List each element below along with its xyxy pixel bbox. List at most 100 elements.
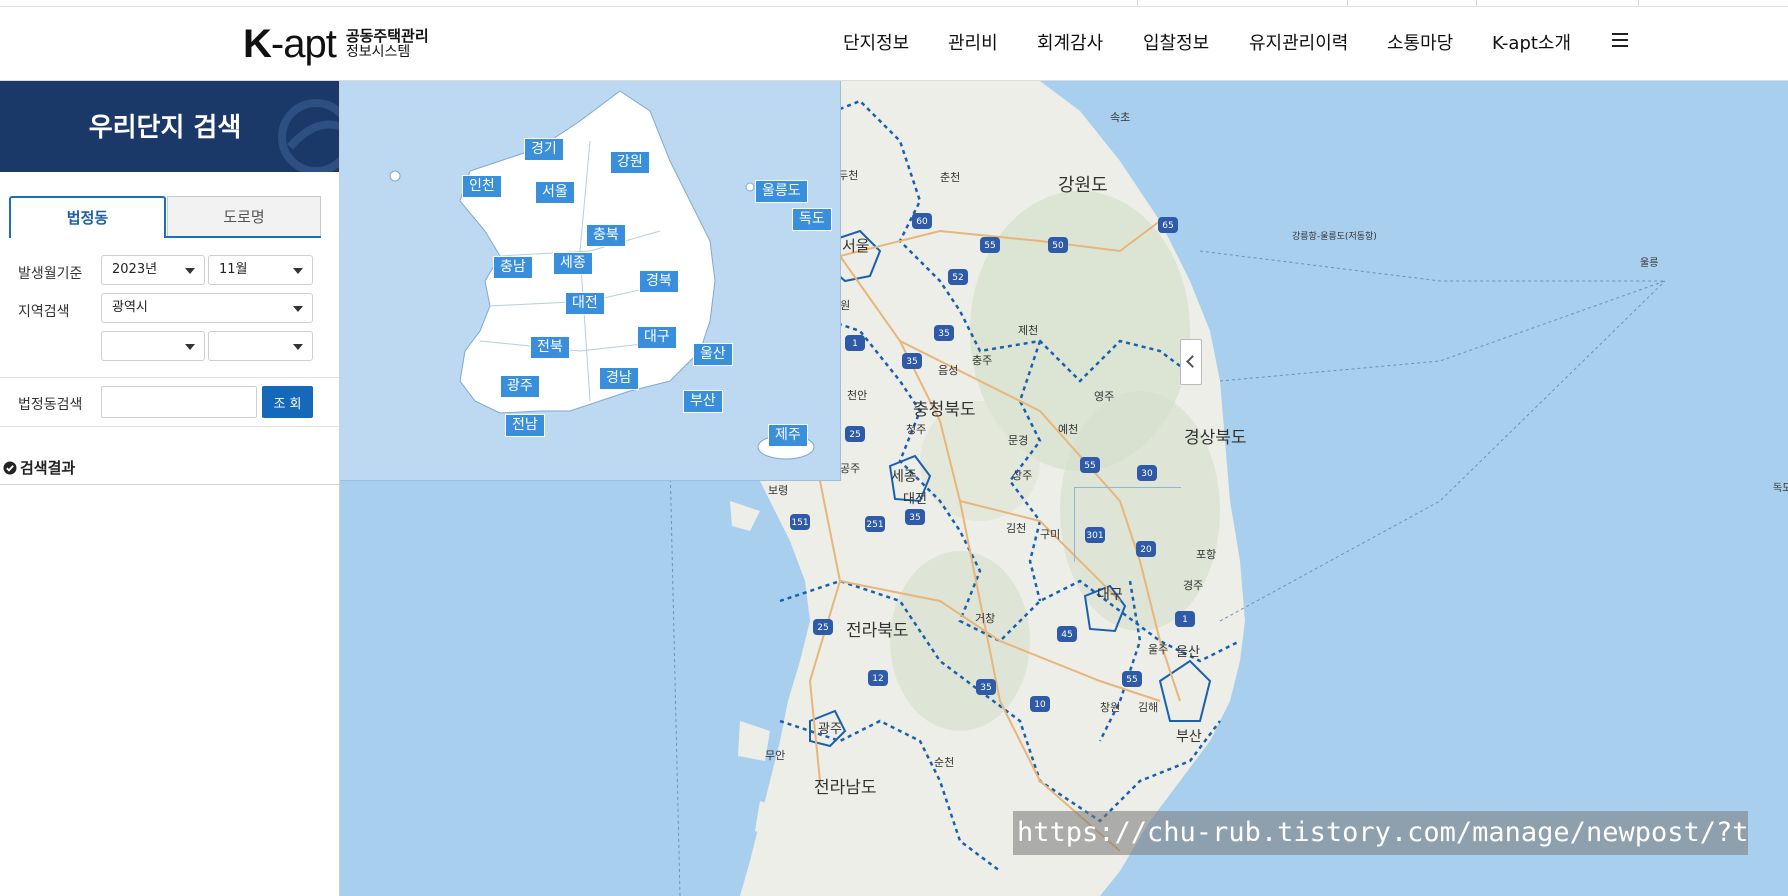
logo-line-2: 정보시스템 [345, 44, 411, 60]
region-button-daegu[interactable]: 대구 [637, 326, 677, 349]
logo-text: 공동주택관리 정보시스템 [346, 28, 429, 60]
nav-maintenance-history[interactable]: 유지관리이력 [1249, 29, 1348, 55]
divider [0, 377, 339, 378]
city-label-boryeong: 보령 [768, 484, 788, 497]
sidebar-header: 우리단지 검색 [0, 81, 339, 172]
province-label-jeonbuk: 전라북도 [846, 621, 909, 641]
utility-separator [1476, 0, 1477, 6]
svg-text:65: 65 [1162, 221, 1173, 231]
city-label-gongju: 공주 [840, 462, 860, 475]
svg-text:35: 35 [938, 329, 949, 339]
region-button-daejeon[interactable]: 대전 [565, 292, 605, 315]
highway-shield: 45 [1057, 626, 1077, 642]
law-search-input[interactable] [101, 386, 257, 418]
city-label-gimhae: 김해 [1138, 700, 1158, 714]
highway-shield: 25 [845, 426, 865, 442]
region-button-jeonbuk[interactable]: 전북 [530, 336, 570, 359]
region-button-gwangju[interactable]: 광주 [500, 375, 540, 398]
highway-shield: 55 [980, 237, 1000, 253]
highway-shield: 1 [845, 335, 865, 351]
city-label-ulsan: 울산 [1176, 645, 1200, 660]
tab-road-name[interactable]: 도로명 [167, 196, 321, 236]
top-utility-bar [0, 0, 1788, 7]
year-select[interactable]: 2023년 [101, 255, 205, 285]
city-label-cheonan: 천안 [847, 388, 867, 402]
province-label-gyeongbuk: 경상북도 [1184, 428, 1247, 448]
utility-separator [1638, 0, 1639, 6]
nav-community[interactable]: 소통마당 [1387, 29, 1453, 55]
region-select[interactable]: 광역시 [101, 293, 313, 323]
region-button-gyeongbuk[interactable]: 경북 [639, 270, 679, 293]
result-heading: 검색결과 [3, 457, 75, 478]
region-picker [340, 81, 1181, 562]
highway-shield: 25 [813, 619, 833, 635]
nav-bidding[interactable]: 입찰정보 [1143, 29, 1209, 55]
highway-shield: 1 [1175, 611, 1195, 627]
svg-text:1: 1 [1182, 615, 1188, 625]
region-button-gyeonggi[interactable]: 경기 [524, 138, 564, 161]
region-button-chungbuk[interactable]: 충북 [586, 224, 626, 247]
site-header: K-apt 공동주택관리 정보시스템 단지정보 관리비 회계감사 입찰정보 유지… [0, 7, 1788, 81]
region-button-ulleungdo[interactable]: 울릉도 [755, 180, 808, 203]
svg-text:12: 12 [872, 674, 883, 684]
collapse-panel-button[interactable] [1180, 339, 1202, 385]
region-button-ulsan[interactable]: 울산 [693, 343, 733, 366]
city-label-jecheon: 제천 [1018, 323, 1038, 337]
highway-shield: 35 [976, 679, 996, 695]
period-label: 발생월기준 [18, 266, 83, 282]
region-button-chungnam[interactable]: 충남 [493, 256, 533, 279]
city-label-sangju: 상주 [1012, 469, 1032, 482]
city-label-dokdo: 독도 [1773, 482, 1788, 494]
tab-legal-dong[interactable]: 법정동 [9, 196, 166, 238]
city-label-chungju: 충주 [972, 354, 992, 367]
region-button-busan[interactable]: 부산 [683, 390, 723, 413]
search-button[interactable]: 조 회 [262, 386, 313, 418]
region-button-seoul[interactable]: 서울 [535, 181, 575, 204]
svg-text:52: 52 [952, 273, 963, 283]
utility-separator [1347, 0, 1348, 6]
check-circle-icon [3, 461, 17, 474]
highway-shield: 55 [1122, 671, 1142, 687]
region-button-sejong[interactable]: 세종 [553, 252, 593, 275]
region-button-dokdo[interactable]: 독도 [792, 208, 832, 231]
svg-text:25: 25 [817, 623, 828, 633]
emblem-icon [278, 99, 339, 172]
highway-shield: 251 [865, 516, 885, 532]
city-label-gimcheon: 김천 [1006, 521, 1026, 535]
region-button-gyeongnam[interactable]: 경남 [599, 367, 639, 390]
highway-shield: 55 [1080, 457, 1100, 473]
nav-audit[interactable]: 회계감사 [1037, 29, 1103, 55]
region-button-jeju[interactable]: 제주 [768, 424, 808, 447]
jeju-inset [1074, 487, 1181, 562]
utility-separator [1137, 0, 1138, 6]
nav-complex-info[interactable]: 단지정보 [843, 29, 909, 55]
highway-shield: 60 [912, 213, 932, 229]
search-type-tabs: 법정동 도로명 [9, 196, 321, 238]
highway-shield: 35 [902, 353, 922, 369]
city-label-cheongju: 청주 [906, 423, 926, 436]
region-button-jeonnam[interactable]: 전남 [505, 414, 545, 437]
city-label-daegu: 대구 [1097, 587, 1123, 603]
city-label-changwon: 창원 [1100, 701, 1120, 714]
chevron-down-icon [293, 344, 303, 350]
city-label-sokcho: 속초 [1110, 111, 1130, 124]
nav-about[interactable]: K-apt소개 [1492, 29, 1571, 55]
search-sidebar: 우리단지 검색 법정동 도로명 발생월기준 2023년 11월 지역검색 광역시… [0, 81, 340, 896]
nav-management-fee[interactable]: 관리비 [948, 29, 998, 55]
highway-shield: 52 [948, 269, 968, 285]
city-label-gyeongju: 경주 [1183, 579, 1203, 592]
hamburger-icon[interactable] [1612, 33, 1628, 47]
region-label: 지역검색 [18, 304, 70, 320]
svg-text:35: 35 [980, 683, 991, 693]
city-label-pohang: 포항 [1196, 548, 1216, 561]
highway-shield: 50 [1048, 237, 1068, 253]
region-button-incheon[interactable]: 인천 [462, 175, 502, 198]
month-select[interactable]: 11월 [208, 255, 313, 285]
region-button-gangwon[interactable]: 강원 [610, 151, 650, 174]
city-label-chuncheon: 춘천 [940, 170, 960, 184]
sub-region-select-1[interactable] [101, 331, 205, 361]
site-logo[interactable]: K-apt 공동주택관리 정보시스템 [243, 21, 429, 67]
svg-text:1: 1 [852, 339, 858, 349]
sub-region-select-2[interactable] [208, 331, 313, 361]
mini-korea-map [389, 90, 815, 460]
